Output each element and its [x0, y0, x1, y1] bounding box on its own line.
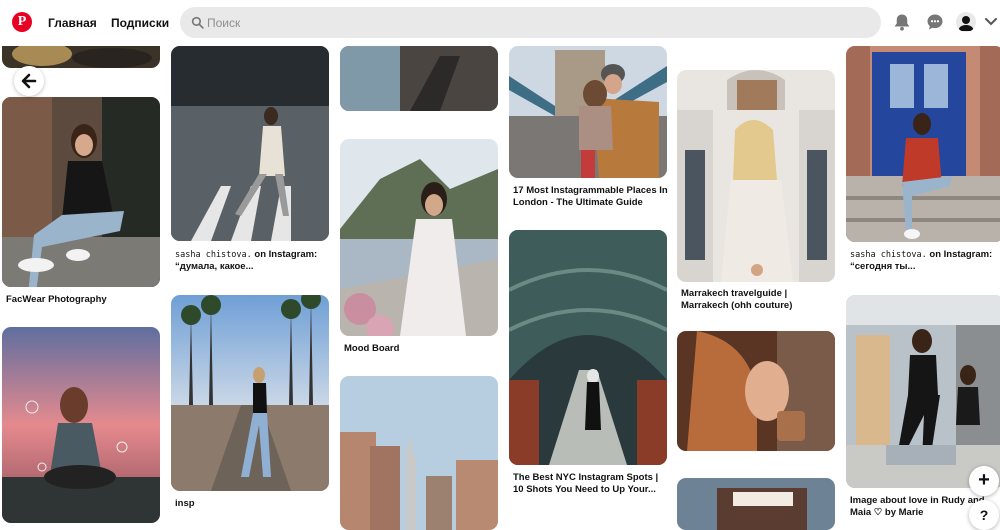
pinterest-logo[interactable]: P — [12, 12, 32, 32]
pin-photo — [509, 230, 667, 465]
pin-photo — [677, 70, 835, 282]
pin-caption-user: sasha chistova. — [175, 250, 252, 260]
pin-photo — [171, 46, 329, 241]
pin-photo — [340, 46, 498, 111]
search-input[interactable] — [207, 7, 867, 38]
pin-caption[interactable]: insp — [175, 498, 331, 510]
pin-photo — [677, 331, 835, 451]
bell-icon[interactable] — [893, 13, 911, 31]
pin-caption[interactable]: The Best NYC Instagram Spots | 10 Shots … — [513, 472, 669, 496]
nav-home-link[interactable]: Главная — [48, 16, 97, 30]
pin-photo — [340, 376, 498, 530]
search-icon — [191, 16, 204, 29]
pin-image[interactable] — [171, 295, 329, 491]
help-button[interactable]: ? — [969, 500, 999, 530]
pin-caption-user: sasha chistova. — [850, 250, 927, 260]
pin-image[interactable] — [846, 46, 1000, 242]
pin-caption[interactable]: sasha chistova. on Instagram: “думала, к… — [175, 249, 331, 273]
pin-photo — [2, 327, 160, 523]
user-icon — [958, 16, 974, 31]
chevron-down-icon[interactable] — [985, 17, 997, 27]
add-button[interactable]: + — [969, 466, 999, 496]
pin-caption[interactable]: Marrakech travelguide | Marrakech (ohh c… — [681, 288, 837, 312]
pin-image[interactable] — [340, 46, 498, 111]
avatar[interactable] — [956, 12, 976, 32]
nav-following-link[interactable]: Подписки — [111, 16, 169, 30]
pin-photo — [509, 46, 667, 178]
chat-icon[interactable] — [926, 13, 944, 31]
pin-photo — [846, 295, 1000, 488]
pin-caption[interactable]: Mood Board — [344, 343, 500, 355]
pin-image[interactable] — [171, 46, 329, 241]
pin-photo — [677, 478, 835, 530]
pin-photo — [340, 139, 498, 336]
pin-image[interactable] — [677, 331, 835, 451]
pin-caption[interactable]: FacWear Photography — [6, 294, 162, 306]
pin-image[interactable] — [846, 295, 1000, 488]
pin-caption[interactable]: 17 Most Instagrammable Places In London … — [513, 185, 669, 209]
pin-image[interactable] — [340, 376, 498, 530]
pin-image[interactable] — [509, 230, 667, 465]
pin-image[interactable] — [2, 327, 160, 523]
arrow-left-icon — [21, 73, 37, 89]
pin-photo — [846, 46, 1000, 242]
pin-image[interactable] — [677, 478, 835, 530]
pin-image[interactable] — [340, 139, 498, 336]
pin-image[interactable] — [2, 97, 160, 287]
pin-photo — [2, 97, 160, 287]
pin-image[interactable] — [509, 46, 667, 178]
pin-photo — [171, 295, 329, 491]
back-button[interactable] — [14, 66, 44, 96]
search-bar[interactable] — [180, 7, 881, 38]
pin-caption[interactable]: sasha chistova. on Instagram: “сегодня т… — [850, 249, 1000, 273]
pin-image[interactable] — [677, 70, 835, 282]
top-nav-bar: P Главная Подписки — [0, 0, 1000, 46]
